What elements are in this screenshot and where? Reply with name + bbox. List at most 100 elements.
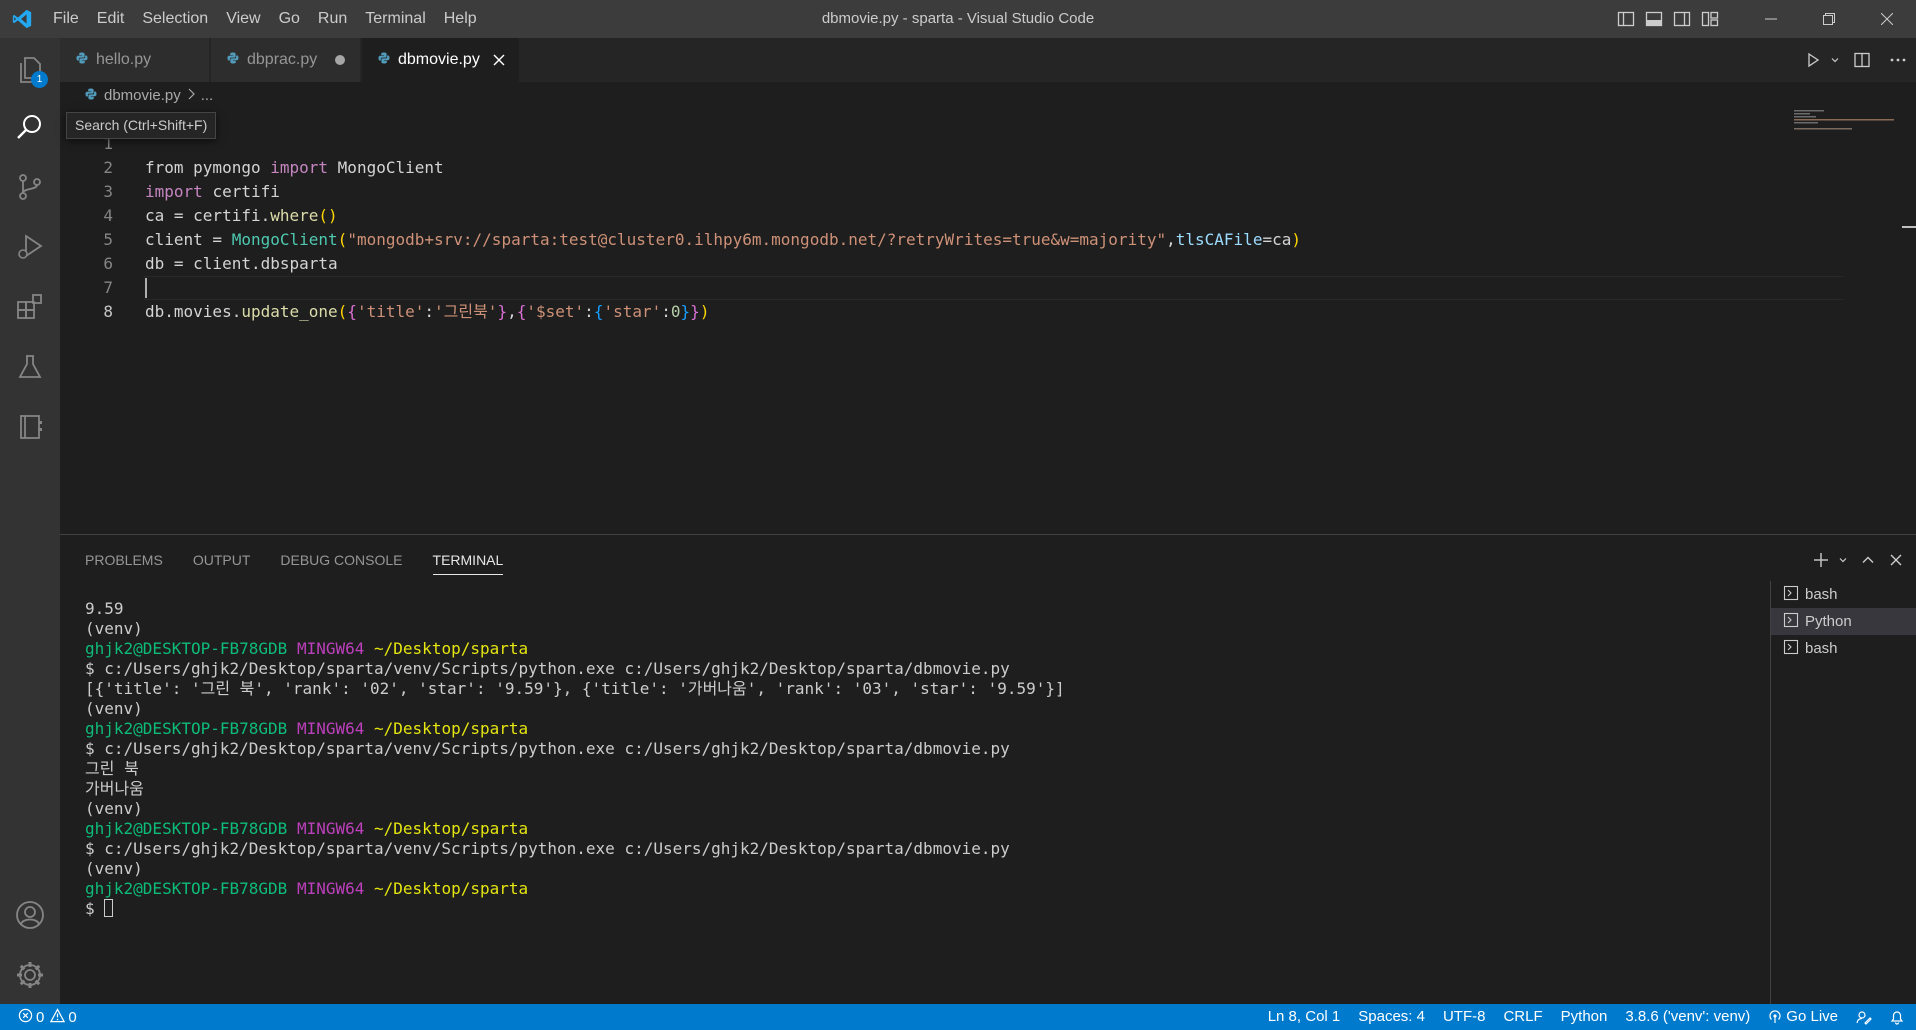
indentation[interactable]: Spaces: 4 (1349, 1004, 1434, 1030)
tab-output[interactable]: OUTPUT (193, 535, 251, 585)
terminal-env: MINGW64 (296, 879, 365, 898)
feedback-icon[interactable] (1847, 1009, 1881, 1025)
menu-run[interactable]: Run (309, 0, 356, 38)
more-icon[interactable] (1880, 38, 1916, 82)
code-token: : (584, 302, 594, 321)
testing-icon[interactable] (0, 338, 60, 396)
tab-dbmovie-py[interactable]: dbmovie.py (362, 38, 520, 82)
window-controls (1612, 0, 1916, 38)
terminal-instance-python[interactable]: Python (1771, 608, 1916, 635)
problems-status[interactable]: 0 0 (0, 1004, 77, 1030)
plus-icon[interactable] (1810, 535, 1832, 585)
source-control-icon[interactable] (0, 158, 60, 216)
terminal-cursor (104, 899, 114, 917)
new-terminal-dropdown-icon[interactable] (1832, 535, 1854, 585)
run-icon[interactable] (1800, 38, 1826, 82)
code-editor[interactable]: 1 from pymongo import MongoClient 2 impo… (60, 108, 1916, 534)
toggle-secondary-sidebar-button[interactable] (1668, 0, 1696, 38)
run-debug-icon[interactable] (0, 218, 60, 276)
code-token: : (661, 302, 671, 321)
terminal-user: ghjk2@DESKTOP-FB78GDB (85, 879, 288, 898)
close-icon[interactable] (1882, 535, 1910, 585)
terminal-instance-bash[interactable]: bash (1771, 581, 1916, 608)
unsaved-dot-icon[interactable] (335, 55, 345, 65)
encoding[interactable]: UTF-8 (1434, 1004, 1495, 1030)
menu-view[interactable]: View (217, 0, 269, 38)
account-icon[interactable] (0, 886, 60, 944)
breadcrumb-file[interactable]: dbmovie.py (104, 87, 181, 104)
customize-layout-button[interactable] (1696, 0, 1724, 38)
code-token: : (424, 302, 435, 321)
extensions-icon[interactable] (0, 278, 60, 336)
code-token: } (680, 302, 691, 321)
editor-tab-bar: hello.py dbprac.py dbmovie.py (60, 38, 1916, 82)
restore-icon[interactable] (1800, 0, 1858, 38)
status-bar: 0 0 Ln 8, Col 1 Spaces: 4 UTF-8 CRLF Pyt… (0, 1004, 1916, 1030)
language-mode[interactable]: Python (1552, 1004, 1617, 1030)
code-token: ) (699, 302, 710, 321)
menu-file[interactable]: File (44, 0, 88, 38)
code-token: , (1166, 230, 1176, 249)
code-token: ) (1291, 230, 1301, 249)
menu-go[interactable]: Go (270, 0, 309, 38)
toggle-panel-button[interactable] (1640, 0, 1668, 38)
code-token: import (145, 182, 203, 201)
error-count: 0 (36, 1008, 45, 1026)
python-interpreter[interactable]: 3.8.6 ('venv': venv) (1616, 1004, 1759, 1030)
tab-problems[interactable]: PROBLEMS (85, 535, 163, 585)
menu-selection[interactable]: Selection (133, 0, 217, 38)
code-token: tlsCAFile (1175, 230, 1263, 249)
tab-debug-console[interactable]: DEBUG CONSOLE (280, 535, 402, 585)
terminal-output[interactable]: 9.59 (venv) ghjk2@DESKTOP-FB78GDB MINGW6… (85, 599, 1825, 919)
minimize-icon[interactable] (1742, 0, 1800, 38)
terminal-line: 9.59 (85, 599, 124, 618)
terminal-line: 그린 북 (85, 759, 139, 778)
code-token: 'star' (603, 302, 662, 321)
minimap[interactable] (1792, 108, 1902, 138)
status-right: Ln 8, Col 1 Spaces: 4 UTF-8 CRLF Python … (1259, 1004, 1916, 1030)
cursor-position[interactable]: Ln 8, Col 1 (1259, 1004, 1350, 1030)
close-window-icon[interactable] (1858, 0, 1916, 38)
terminal-line: $ c:/Users/ghjk2/Desktop/sparta/venv/Scr… (85, 659, 1010, 678)
code-line: 5 db = client.dbsparta (60, 204, 337, 273)
breadcrumb-symbols[interactable]: ... (201, 87, 214, 104)
menu-help[interactable]: Help (435, 0, 486, 38)
broadcast-icon (1768, 1010, 1782, 1024)
code-token: { (593, 302, 604, 321)
code-token: } (690, 302, 700, 321)
activity-bar: 1 (0, 38, 60, 1004)
tab-dbprac-py[interactable]: dbprac.py (211, 38, 361, 82)
close-icon[interactable] (491, 52, 507, 68)
go-live-button[interactable]: Go Live (1759, 1004, 1847, 1030)
terminal-line: (venv) (85, 619, 143, 638)
code-token: , (507, 302, 517, 321)
run-dropdown-chevron-icon[interactable] (1826, 38, 1844, 82)
files-icon[interactable]: 1 (0, 40, 60, 98)
terminal-input-line[interactable]: $ (85, 899, 1825, 919)
line-ending[interactable]: CRLF (1494, 1004, 1551, 1030)
split-editor-icon[interactable] (1844, 38, 1880, 82)
terminal-instance-label: bash (1805, 640, 1838, 657)
tab-terminal[interactable]: TERMINAL (432, 535, 503, 585)
chevron-up-icon[interactable] (1854, 535, 1882, 585)
menu-bar: File Edit Selection View Go Run Terminal… (44, 0, 486, 38)
code-token: { (347, 302, 357, 321)
bell-icon[interactable] (1881, 1009, 1916, 1025)
code-token: =ca (1262, 230, 1292, 249)
menu-edit[interactable]: Edit (88, 0, 134, 38)
code-line: 4 client = MongoClient("mongodb+srv://sp… (60, 180, 1301, 249)
code-line: 6 (60, 228, 113, 273)
terminal-instance-bash[interactable]: bash (1771, 635, 1916, 662)
terminal-line: $ c:/Users/ghjk2/Desktop/sparta/venv/Scr… (85, 739, 1010, 758)
warning-icon (50, 1007, 66, 1027)
menu-terminal[interactable]: Terminal (356, 0, 434, 38)
code-line: 3 ca = certifi.where() (60, 156, 337, 225)
code-token: '그린북' (434, 302, 498, 321)
tab-hello-py[interactable]: hello.py (60, 38, 210, 82)
search-icon[interactable] (0, 98, 60, 156)
toggle-primary-sidebar-button[interactable] (1612, 0, 1640, 38)
notebook-icon[interactable] (0, 398, 60, 456)
python-file-icon (227, 51, 239, 69)
gear-icon[interactable] (0, 946, 60, 1004)
terminal-instance-label: bash (1805, 586, 1838, 603)
